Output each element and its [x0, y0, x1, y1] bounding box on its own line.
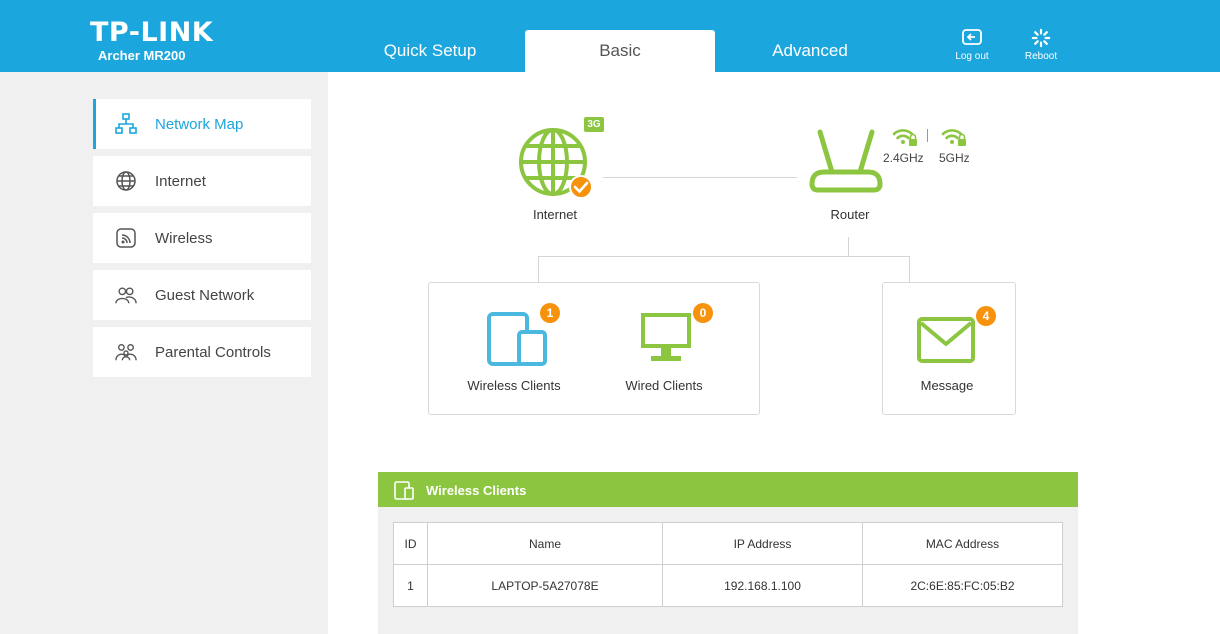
clients-box	[428, 282, 760, 415]
sidebar-item-wireless[interactable]: Wireless	[93, 213, 311, 263]
col-id: ID	[393, 522, 428, 565]
guest-icon	[115, 287, 137, 304]
band-5ghz-label: 5GHz	[939, 151, 970, 165]
internet-label: Internet	[532, 207, 578, 222]
table-row: 1 LAPTOP-5A27078E 192.168.1.100 2C:6E:85…	[393, 564, 1063, 607]
col-mac: MAC Address	[862, 522, 1063, 565]
devices-icon	[394, 481, 414, 500]
logout-label: Log out	[955, 51, 989, 62]
wireless-clients-badge: 1	[540, 303, 560, 323]
globe-icon	[116, 171, 136, 191]
network-map-icon	[115, 113, 137, 134]
brand-logo: TP-LINK	[90, 17, 214, 48]
message-label: Message	[920, 378, 974, 393]
monitor-icon	[641, 313, 691, 361]
connector-line	[909, 256, 910, 283]
panel-title: Wireless Clients	[426, 483, 527, 498]
col-ip: IP Address	[662, 522, 863, 565]
router-label: Router	[830, 207, 870, 222]
router-icon	[809, 129, 883, 193]
envelope-icon	[917, 317, 975, 363]
cell-name: LAPTOP-5A27078E	[427, 564, 663, 607]
tab-basic[interactable]: Basic	[525, 30, 715, 72]
tab-advanced[interactable]: Advanced	[715, 30, 905, 72]
sidebar: Network Map Internet Wireless Guest Netw…	[0, 72, 328, 634]
wireless-devices-icon	[487, 312, 547, 366]
clients-table: ID Name IP Address MAC Address 1 LAPTOP-…	[393, 522, 1063, 607]
connector-line	[848, 237, 849, 256]
reboot-label: Reboot	[1024, 51, 1058, 62]
connector-line	[538, 256, 910, 257]
tab-quick-setup[interactable]: Quick Setup	[335, 30, 525, 72]
logout-icon	[962, 29, 982, 45]
parental-icon	[115, 343, 137, 361]
model-name: Archer MR200	[98, 48, 186, 63]
sidebar-item-network-map[interactable]: Network Map	[93, 99, 311, 149]
sidebar-item-label: Network Map	[155, 116, 244, 133]
reboot-icon	[1031, 28, 1051, 48]
band-divider	[927, 129, 928, 142]
logout-button[interactable]: Log out	[942, 28, 1002, 62]
top-header: TP-LINK Archer MR200 Quick Setup Basic A…	[0, 0, 1220, 72]
cell-mac: 2C:6E:85:FC:05:B2	[862, 564, 1063, 607]
col-name: Name	[427, 522, 663, 565]
cell-id: 1	[393, 564, 428, 607]
table-header-row: ID Name IP Address MAC Address	[393, 522, 1063, 565]
wireless-clients-label: Wireless Clients	[467, 378, 561, 393]
connection-type-tag: 3G	[584, 117, 604, 132]
wired-clients-badge: 0	[693, 303, 713, 323]
sidebar-item-internet[interactable]: Internet	[93, 156, 311, 206]
sidebar-item-label: Internet	[155, 173, 206, 190]
connector-line	[603, 177, 797, 178]
sidebar-item-label: Guest Network	[155, 287, 255, 304]
message-badge: 4	[976, 306, 996, 326]
wifi-lock-icon	[941, 129, 966, 146]
reboot-button[interactable]: Reboot	[1011, 28, 1071, 62]
sidebar-item-label: Parental Controls	[155, 344, 271, 361]
panel-header: Wireless Clients	[378, 472, 1078, 507]
band-24ghz-label: 2.4GHz	[883, 151, 924, 165]
wired-clients-label: Wired Clients	[625, 378, 703, 393]
wireless-icon	[116, 228, 136, 248]
internet-globe-icon	[519, 128, 592, 199]
sidebar-item-guest-network[interactable]: Guest Network	[93, 270, 311, 320]
wifi-lock-icon	[892, 129, 917, 146]
sidebar-item-parental-controls[interactable]: Parental Controls	[93, 327, 311, 377]
wireless-clients-panel: Wireless Clients ID Name IP Address MAC …	[378, 472, 1078, 634]
connector-line	[538, 256, 539, 283]
sidebar-item-label: Wireless	[155, 230, 213, 247]
cell-ip: 192.168.1.100	[662, 564, 863, 607]
